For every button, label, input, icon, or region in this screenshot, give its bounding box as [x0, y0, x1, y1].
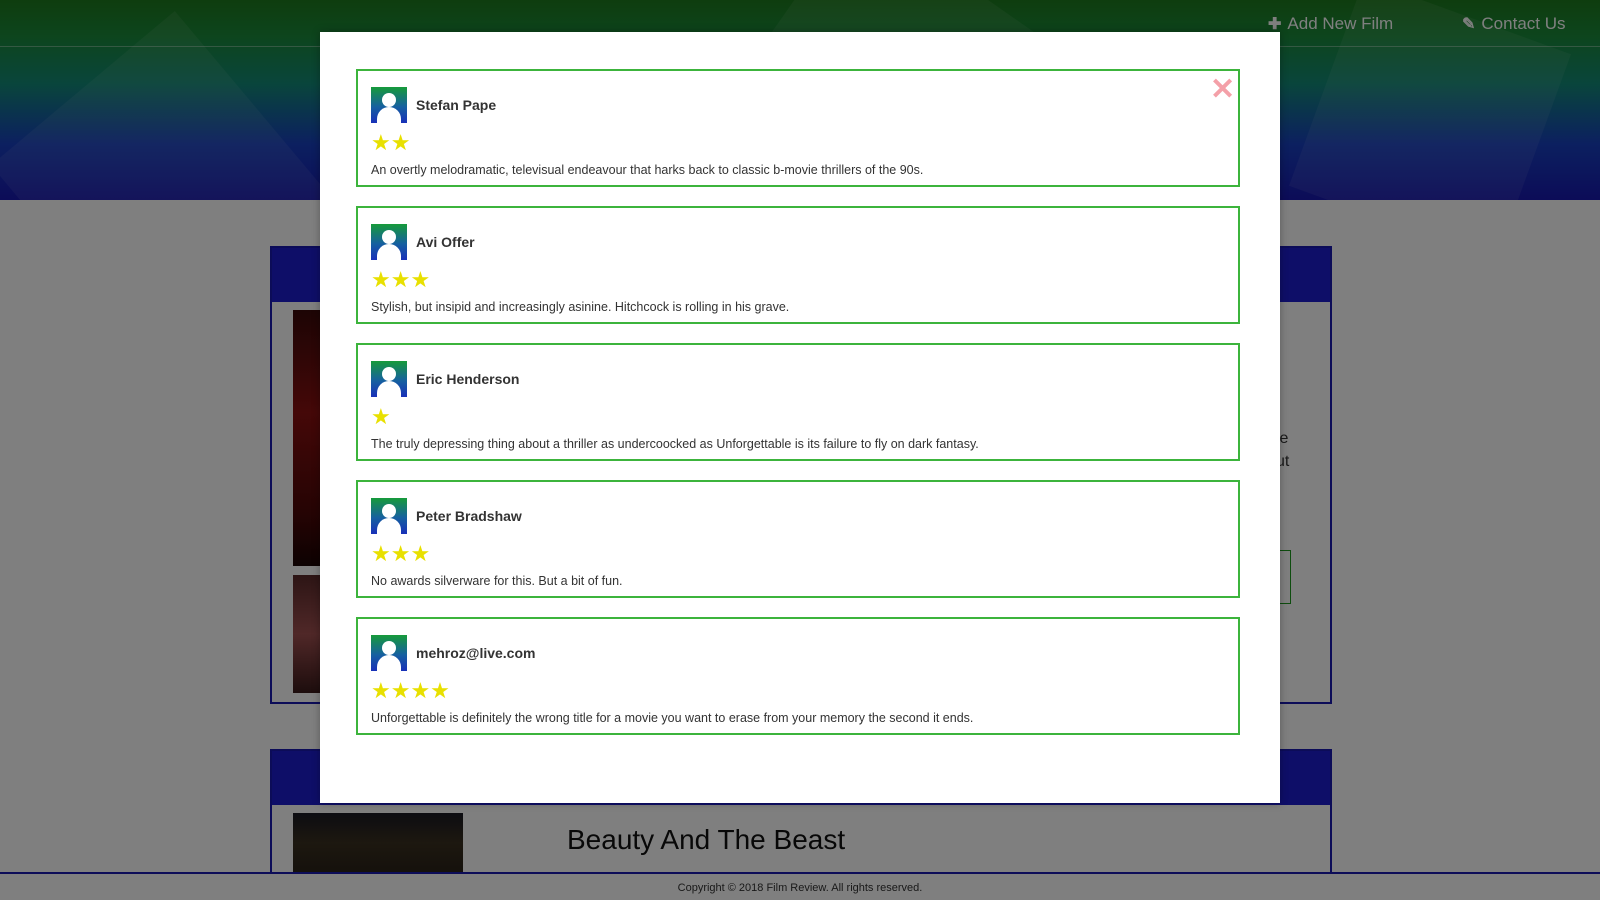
reviewer-name: Peter Bradshaw: [416, 508, 522, 524]
avatar: [371, 498, 407, 534]
avatar: [371, 361, 407, 397]
avatar: [371, 224, 407, 260]
review-text: Stylish, but insipid and increasingly as…: [371, 300, 790, 314]
avatar: [371, 87, 407, 123]
reviewer-name: Stefan Pape: [416, 97, 497, 113]
star-rating: ★★★: [371, 541, 431, 566]
star-rating: ★★: [371, 130, 411, 155]
avatar: [371, 635, 407, 671]
star-rating: ★: [371, 404, 391, 429]
review-card: mehroz@live.com ★★★★ Unforgettable is de…: [356, 617, 1240, 735]
reviews-modal: ✕ Stefan Pape ★★ An overtly melodramatic…: [320, 32, 1280, 803]
reviewer-name: Eric Henderson: [416, 371, 520, 387]
review-text: The truly depressing thing about a thril…: [371, 437, 979, 451]
star-rating: ★★★★: [371, 678, 450, 703]
review-card: Eric Henderson ★ The truly depressing th…: [356, 343, 1240, 461]
reviewer-name: Avi Offer: [416, 234, 475, 250]
review-card: Stefan Pape ★★ An overtly melodramatic, …: [356, 69, 1240, 187]
reviews-list: Stefan Pape ★★ An overtly melodramatic, …: [356, 69, 1244, 754]
reviewer-name: mehroz@live.com: [416, 645, 536, 661]
star-rating: ★★★: [371, 267, 431, 292]
review-text: Unforgettable is definitely the wrong ti…: [371, 711, 974, 725]
review-card: Peter Bradshaw ★★★ No awards silverware …: [356, 480, 1240, 598]
review-text: No awards silverware for this. But a bit…: [371, 574, 623, 588]
review-text: An overtly melodramatic, televisual ende…: [371, 163, 924, 177]
review-card: Avi Offer ★★★ Stylish, but insipid and i…: [356, 206, 1240, 324]
